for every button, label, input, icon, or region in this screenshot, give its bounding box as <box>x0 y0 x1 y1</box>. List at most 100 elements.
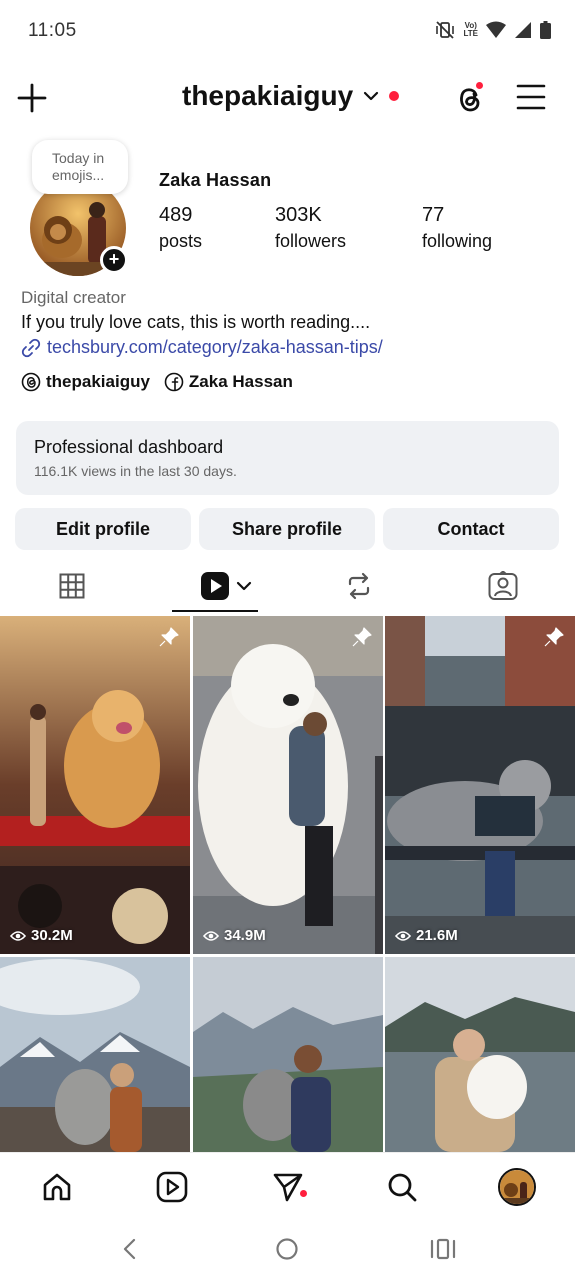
reels-icon <box>201 572 229 600</box>
view-count-text: 21.6M <box>416 927 458 944</box>
home-circle-icon <box>276 1238 298 1260</box>
note-bubble[interactable]: Today in emojis... <box>32 140 128 194</box>
stat-followers[interactable]: 303K followers <box>275 204 346 252</box>
nav-reels[interactable] <box>152 1167 192 1207</box>
threads-small-icon <box>21 372 41 392</box>
signal-icon <box>515 22 531 38</box>
nav-search[interactable] <box>382 1167 422 1207</box>
facebook-icon <box>164 372 184 392</box>
post-tile[interactable] <box>193 957 383 1152</box>
pin-icon <box>544 627 564 647</box>
tab-reels[interactable] <box>196 566 256 606</box>
stat-followers-label: followers <box>275 231 347 251</box>
pin-icon <box>352 627 372 647</box>
view-count-text: 34.9M <box>224 927 266 944</box>
chevron-down-icon <box>364 91 379 101</box>
mute-vibrate-icon <box>436 21 455 39</box>
plus-icon[interactable] <box>16 82 48 114</box>
recents-icon <box>430 1238 456 1260</box>
threads-handle: thepakiaiguy <box>46 372 150 391</box>
system-navigation <box>0 1218 575 1280</box>
facebook-link[interactable]: Zaka Hassan <box>164 372 293 392</box>
post-tile[interactable]: 34.9M <box>193 616 383 954</box>
send-icon <box>273 1173 303 1202</box>
stat-following-value: 77 <box>422 204 445 226</box>
status-bar: 11:05 Vo) LTE <box>0 0 575 64</box>
account-switcher[interactable]: thepakiaiguy <box>182 80 400 112</box>
bio-link-text: techsbury.com/category/zaka-hassan-tips/ <box>47 337 383 357</box>
post-tile[interactable]: 30.2M <box>0 616 190 954</box>
battery-icon <box>540 21 551 39</box>
facebook-name: Zaka Hassan <box>188 372 293 391</box>
grid-icon <box>59 573 85 599</box>
post-thumbnail <box>385 957 575 1152</box>
system-recents[interactable] <box>428 1234 458 1264</box>
post-thumbnail <box>385 616 575 954</box>
post-tile[interactable]: 21.6M <box>385 616 575 954</box>
dashboard-title: Professional dashboard <box>34 437 224 457</box>
wifi-icon <box>486 21 506 38</box>
system-home[interactable] <box>272 1234 302 1264</box>
profile-avatar <box>498 1168 536 1206</box>
threads-link[interactable]: thepakiaiguy <box>21 372 150 392</box>
active-tab-indicator <box>172 610 258 612</box>
nav-home[interactable] <box>37 1167 77 1207</box>
bio-category: Digital creator <box>21 288 126 307</box>
nav-profile[interactable] <box>497 1167 537 1207</box>
tab-grid[interactable] <box>52 566 92 606</box>
post-tile[interactable] <box>0 957 190 1152</box>
edit-profile-button[interactable]: Edit profile <box>15 508 191 550</box>
add-story-button[interactable]: + <box>100 246 128 274</box>
eye-icon <box>395 930 411 941</box>
tab-tagged[interactable] <box>483 566 523 606</box>
chevron-down-icon <box>236 581 252 591</box>
eye-icon <box>203 930 219 941</box>
back-icon <box>123 1238 136 1260</box>
status-time: 11:05 <box>28 20 77 41</box>
messages-notification-dot <box>300 1190 307 1197</box>
stat-posts-value: 489 <box>159 204 193 226</box>
stat-posts-label: posts <box>159 231 203 251</box>
username-title: thepakiaiguy <box>182 80 354 111</box>
notification-dot <box>389 91 400 101</box>
tab-reposts[interactable] <box>339 566 379 606</box>
post-thumbnail <box>0 957 190 1152</box>
bottom-navigation <box>0 1152 575 1218</box>
home-icon <box>43 1173 71 1201</box>
social-links: thepakiaiguy Zaka Hassan <box>21 372 293 392</box>
link-icon <box>21 338 41 357</box>
content-tabs <box>0 560 575 614</box>
profile-header: + Today in emojis... Zaka Hassan 489 pos… <box>0 140 575 280</box>
stat-posts[interactable]: 489 posts <box>159 204 202 252</box>
profile-avatar-wrap[interactable]: + <box>30 180 128 276</box>
reposts-icon <box>348 572 370 600</box>
stat-following-label: following <box>422 231 493 251</box>
bio-text: If you truly love cats, this is worth re… <box>21 312 371 332</box>
reels-icon <box>156 1171 188 1203</box>
profile-top-bar: thepakiaiguy <box>0 70 575 126</box>
post-thumbnail <box>193 957 383 1152</box>
tagged-icon <box>488 571 518 600</box>
bio-link[interactable]: techsbury.com/category/zaka-hassan-tips/ <box>21 337 561 358</box>
post-thumbnail <box>193 616 383 954</box>
contact-button[interactable]: Contact <box>383 508 559 550</box>
eye-icon <box>10 930 26 941</box>
view-count: 21.6M <box>395 927 458 944</box>
dashboard-subtitle: 116.1K views in the last 30 days. <box>34 463 237 479</box>
professional-dashboard[interactable]: Professional dashboard 116.1K views in t… <box>16 421 559 495</box>
share-profile-button[interactable]: Share profile <box>199 508 375 550</box>
volte-icon: Vo) LTE <box>463 21 478 38</box>
post-thumbnail <box>0 616 190 954</box>
search-icon <box>388 1173 417 1202</box>
display-name: Zaka Hassan <box>159 170 272 190</box>
nav-messages[interactable] <box>268 1167 308 1207</box>
status-icons: Vo) LTE <box>435 20 551 40</box>
threads-notification-dot <box>474 80 485 91</box>
post-tile[interactable] <box>385 957 575 1152</box>
stat-following[interactable]: 77 following <box>422 204 492 252</box>
view-count: 34.9M <box>203 927 266 944</box>
menu-icon[interactable] <box>516 83 546 111</box>
note-text: Today in emojis... <box>52 150 105 183</box>
system-back[interactable] <box>115 1234 145 1264</box>
pin-icon <box>159 627 179 647</box>
